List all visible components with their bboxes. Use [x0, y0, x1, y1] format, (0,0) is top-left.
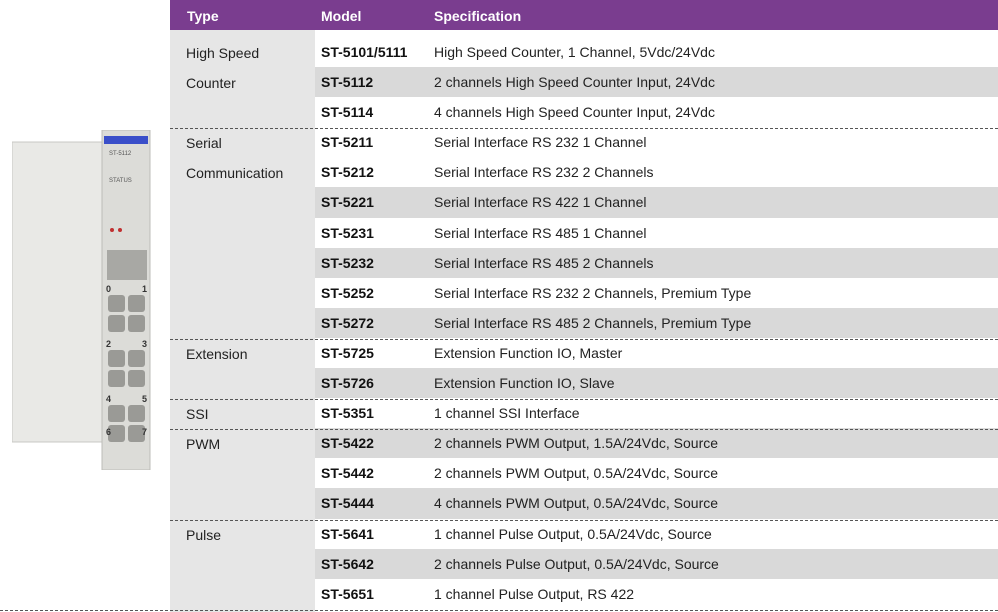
spec-cell: Serial Interface RS 485 2 Channels: [434, 254, 654, 271]
product-table: ST-5101/5111 High Speed Counter, 1 Channe…: [315, 37, 998, 609]
spec-cell: 1 channel Pulse Output, 0.5A/24Vdc, Sour…: [434, 525, 712, 542]
table-row: ST-5725 Extension Function IO, Master: [315, 338, 998, 368]
spec-cell: 2 channels PWM Output, 0.5A/24Vdc, Sourc…: [434, 465, 719, 482]
model-cell: ST-5221: [321, 194, 374, 211]
header-specification: Specification: [434, 8, 522, 24]
group-divider: [170, 520, 998, 521]
spec-cell: 2 channels Pulse Output, 0.5A/24Vdc, Sou…: [434, 555, 719, 572]
table-row: ST-5351 1 channel SSI Interface: [315, 398, 998, 428]
model-cell: ST-5651: [321, 585, 374, 602]
spec-cell: Serial Interface RS 422 1 Channel: [434, 194, 647, 211]
spec-cell: Extension Function IO, Master: [434, 344, 623, 361]
table-row: ST-5252 Serial Interface RS 232 2 Channel…: [315, 278, 998, 308]
terminal-label: 0: [106, 284, 111, 294]
type-label: High Speed: [186, 45, 260, 61]
terminal-label: 5: [142, 394, 147, 404]
table-row: ST-5272 Serial Interface RS 485 2 Channel…: [315, 307, 998, 338]
spec-cell: 4 channels High Speed Counter Input, 24V…: [434, 104, 715, 121]
model-cell: ST-5422: [321, 435, 374, 452]
spec-cell: Serial Interface RS 232 2 Channels: [434, 164, 654, 181]
model-cell: ST-5211: [321, 134, 374, 151]
type-label: PWM: [186, 436, 221, 452]
spec-cell: High Speed Counter, 1 Channel, 5Vdc/24Vd…: [434, 44, 715, 60]
spec-cell: 1 channel SSI Interface: [434, 405, 580, 422]
spec-cell: Serial Interface RS 232 2 Channels, Prem…: [434, 284, 752, 301]
model-cell: ST-5725: [321, 344, 374, 361]
model-cell: ST-5212: [321, 164, 374, 181]
group-divider: [170, 128, 998, 129]
type-label: Counter: [186, 75, 236, 91]
group-divider: [170, 399, 998, 400]
model-cell: ST-5351: [321, 405, 374, 422]
group-divider: [170, 429, 998, 430]
table-row: ST-5642 2 channels Pulse Output, 0.5A/24V…: [315, 548, 998, 579]
table-row: ST-5444 4 channels PWM Output, 0.5A/24Vdc…: [315, 488, 998, 519]
io-module-image: ST-5112 STATUS 0 1 2 3 4 5 6 7: [12, 130, 151, 470]
device-label: ST-5112: [109, 151, 132, 157]
type-label: Pulse: [186, 527, 222, 543]
table-row: ST-5641 1 channel Pulse Output, 0.5A/24Vd…: [315, 519, 998, 549]
table-row: ST-5422 2 channels PWM Output, 1.5A/24Vdc…: [315, 428, 998, 459]
header-type: Type: [187, 8, 219, 24]
spec-cell: 4 channels PWM Output, 0.5A/24Vdc, Sourc…: [434, 495, 719, 512]
model-cell: ST-5726: [321, 375, 374, 392]
spec-cell: Extension Function IO, Slave: [434, 375, 615, 392]
terminal-label: 6: [106, 427, 111, 437]
group-divider: [170, 339, 998, 340]
model-cell: ST-5641: [321, 525, 374, 542]
spec-cell: Serial Interface RS 232 1 Channel: [434, 134, 647, 151]
model-cell: ST-5232: [321, 254, 374, 271]
model-cell: ST-5442: [321, 465, 374, 482]
table-row: ST-5726 Extension Function IO, Slave: [315, 368, 998, 399]
table-row: ST-5442 2 channels PWM Output, 0.5A/24Vdc…: [315, 458, 998, 488]
table-row: ST-5114 4 channels High Speed Counter Inp…: [315, 97, 998, 127]
table-row: ST-5211 Serial Interface RS 232 1 Channel: [315, 127, 998, 157]
spec-cell: 1 channel Pulse Output, RS 422: [434, 585, 635, 602]
table-header: Type Model Specification: [0, 0, 998, 30]
model-cell: ST-5444: [321, 495, 374, 512]
terminal-label: 2: [106, 339, 111, 349]
model-cell: ST-5252: [321, 284, 374, 301]
terminal-label: 1: [142, 284, 147, 294]
model-cell: ST-5231: [321, 224, 374, 241]
table-row: ST-5212 Serial Interface RS 232 2 Channel…: [315, 157, 998, 187]
model-cell: ST-5112: [321, 74, 374, 91]
spec-cell: Serial Interface RS 485 2 Channels, Prem…: [434, 314, 752, 331]
type-label: Extension: [186, 346, 248, 362]
table-row: ST-5231 Serial Interface RS 485 1 Channel: [315, 218, 998, 248]
table-row: ST-5112 2 channels High Speed Counter Inp…: [315, 67, 998, 98]
terminal-label: 7: [142, 427, 147, 437]
header-model: Model: [321, 8, 362, 24]
type-label: Serial: [186, 135, 222, 151]
spec-cell: Serial Interface RS 485 1 Channel: [434, 224, 647, 241]
table-row: ST-5651 1 channel Pulse Output, RS 422: [315, 579, 998, 609]
table-row: ST-5232 Serial Interface RS 485 2 Channel…: [315, 247, 998, 278]
device-status-label: STATUS: [109, 178, 132, 184]
type-label: Communication: [186, 165, 284, 181]
model-cell: ST-5272: [321, 314, 374, 331]
header-bar: [170, 0, 998, 30]
model-cell: ST-5114: [321, 104, 374, 121]
type-label: SSI: [186, 406, 209, 422]
bottom-divider: [0, 610, 998, 611]
spec-cell: 2 channels PWM Output, 1.5A/24Vdc, Sourc…: [434, 435, 719, 452]
spec-cell: 2 channels High Speed Counter Input, 24V…: [434, 74, 715, 91]
model-cell: ST-5101/5111: [321, 44, 408, 60]
terminal-label: 4: [106, 394, 111, 404]
model-cell: ST-5642: [321, 555, 374, 572]
table-row: ST-5221 Serial Interface RS 422 1 Channel: [315, 187, 998, 218]
terminal-label: 3: [142, 339, 147, 349]
table-row: ST-5101/5111 High Speed Counter, 1 Channe…: [315, 37, 998, 67]
